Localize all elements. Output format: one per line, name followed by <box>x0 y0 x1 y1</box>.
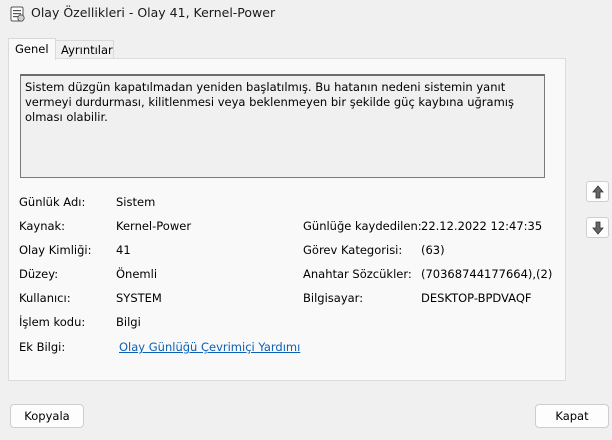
tab-general-label: Genel <box>15 42 49 56</box>
level-label: Düzey: <box>19 267 59 281</box>
previous-event-button[interactable] <box>586 181 609 202</box>
event-id-value[interactable]: 41 <box>116 243 131 257</box>
keywords-value[interactable]: (70368744177664),(2) <box>421 267 552 281</box>
description-text: Sistem düzgün kapatılmadan yeniden başla… <box>25 80 514 124</box>
source-value[interactable]: Kernel-Power <box>116 219 191 233</box>
computer-value[interactable]: DESKTOP-BPDVAQF <box>421 291 532 305</box>
arrow-down-icon <box>592 221 604 235</box>
keywords-label: Anahtar Sözcükler: <box>303 267 412 281</box>
level-value[interactable]: Önemli <box>116 267 157 281</box>
next-event-button[interactable] <box>586 217 609 238</box>
opcode-value[interactable]: Bilgi <box>116 315 141 329</box>
task-category-value[interactable]: (63) <box>421 243 445 257</box>
user-value[interactable]: SYSTEM <box>116 291 162 305</box>
more-info-label: Ek Bilgi: <box>19 340 66 354</box>
arrow-up-icon <box>592 185 604 199</box>
log-name-label: Günlük Adı: <box>19 195 86 209</box>
event-viewer-icon <box>10 6 25 22</box>
opcode-label: İşlem kodu: <box>19 315 86 329</box>
source-label: Kaynak: <box>19 219 66 233</box>
description-box[interactable]: Sistem düzgün kapatılmadan yeniden başla… <box>20 74 545 178</box>
task-category-label: Görev Kategorisi: <box>303 243 403 257</box>
event-id-label: Olay Kimliği: <box>19 243 92 257</box>
tab-general[interactable]: Genel <box>8 38 56 60</box>
tab-details-label: Ayrıntılar <box>61 43 113 57</box>
close-button[interactable]: Kapat <box>535 404 609 428</box>
window-title: Olay Özellikleri - Olay 41, Kernel-Power <box>31 5 276 20</box>
copy-button[interactable]: Kopyala <box>10 404 84 428</box>
logged-label: Günlüğe kaydedilen: <box>303 219 422 233</box>
title-bar: Olay Özellikleri - Olay 41, Kernel-Power <box>0 0 612 28</box>
log-name-value[interactable]: Sistem <box>116 195 155 209</box>
user-label: Kullanıcı: <box>19 291 71 305</box>
tab-details[interactable]: Ayrıntılar <box>56 40 114 59</box>
online-help-link[interactable]: Olay Günlüğü Çevrimiçi Yardımı <box>119 340 300 354</box>
logged-value[interactable]: 22.12.2022 12:47:35 <box>421 219 542 233</box>
computer-label: Bilgisayar: <box>303 291 364 305</box>
